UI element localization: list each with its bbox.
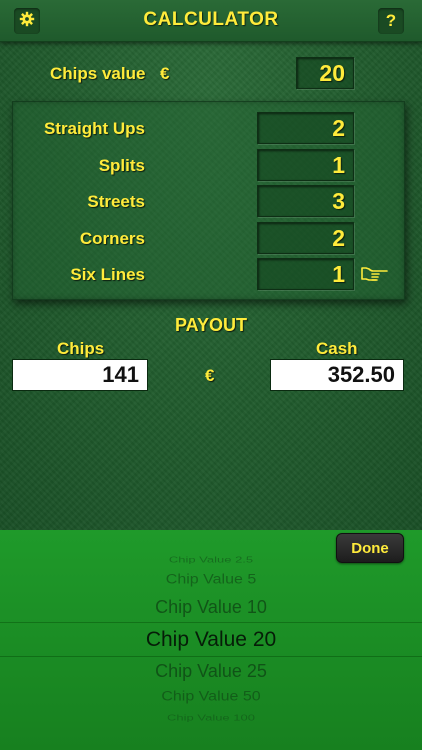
picker-item[interactable]: Chip Value 2.5 — [0, 555, 422, 565]
bet-label-six-lines: Six Lines — [70, 265, 145, 284]
bet-label-straight-ups: Straight Ups — [43, 119, 145, 138]
payout-title: PAYOUT — [174, 315, 248, 335]
picker-item[interactable]: Chip Value 5 — [0, 572, 422, 587]
payout-chips-label: Chips — [57, 339, 105, 358]
chips-value-currency: € — [160, 64, 170, 83]
help-button[interactable]: ? — [378, 8, 404, 34]
bet-field-straight-ups[interactable]: 2 — [257, 112, 354, 144]
bet-field-six-lines[interactable]: 1 — [257, 258, 354, 290]
bet-field-streets[interactable]: 3 — [257, 185, 354, 217]
picker-item[interactable]: Chip Value 100 — [0, 713, 422, 723]
chip-value-picker[interactable]: Done Chip Value 2.5 Chip Value 5 Chip Va… — [0, 530, 422, 750]
bet-label-corners: Corners — [79, 229, 145, 248]
picker-item[interactable]: Chip Value 25 — [0, 661, 422, 682]
payout-chips-box: 141 — [12, 359, 148, 391]
payout-currency: € — [205, 366, 215, 385]
payout-cash-label: Cash — [316, 339, 358, 358]
chips-value-label: Chips value — [50, 64, 146, 83]
bet-field-corners[interactable]: 2 — [257, 222, 354, 254]
picker-item-selected[interactable]: Chip Value 20 — [0, 628, 422, 652]
page-title: CALCULATOR — [143, 9, 279, 30]
picker-item[interactable]: Chip Value 50 — [0, 689, 422, 704]
bet-label-splits: Splits — [98, 156, 145, 175]
picker-item[interactable]: Chip Value 10 — [0, 597, 422, 618]
top-bar: CALCULATOR ? — [0, 0, 422, 42]
chips-value-field[interactable]: 20 — [296, 57, 354, 89]
bet-field-splits[interactable]: 1 — [257, 149, 354, 181]
payout-cash-box: 352.50 — [270, 359, 404, 391]
pointing-hand-icon — [360, 265, 388, 288]
bet-label-streets: Streets — [87, 192, 145, 211]
